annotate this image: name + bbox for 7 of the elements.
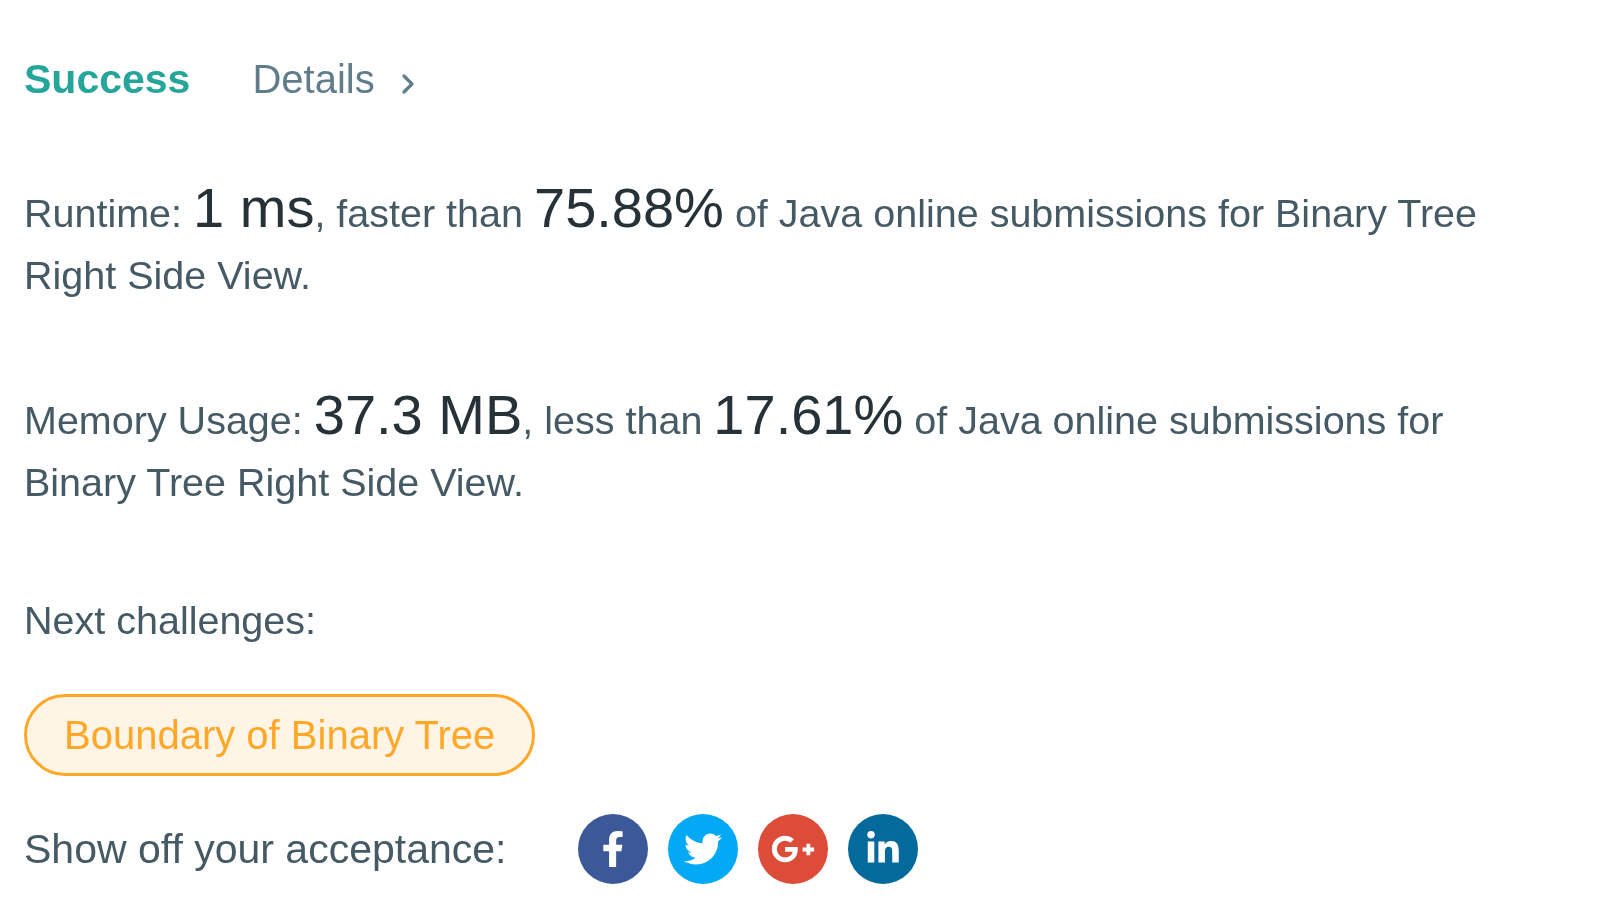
share-label: Show off your acceptance: xyxy=(24,825,507,874)
details-link[interactable]: Details xyxy=(252,49,415,109)
result-status: Success xyxy=(24,55,191,104)
chevron-right-icon xyxy=(400,73,415,95)
memory-summary: Memory Usage: 37.3 MB, less than 17.61% of Java online submissions for Binary Tree Right Side View. xyxy=(24,389,1445,506)
runtime-summary: Runtime: 1 ms, faster than 75.88% of Java online submissions for Binary Tree Right Side View. xyxy=(24,182,1478,299)
next-challenges-heading: Next challenges: xyxy=(24,597,317,644)
